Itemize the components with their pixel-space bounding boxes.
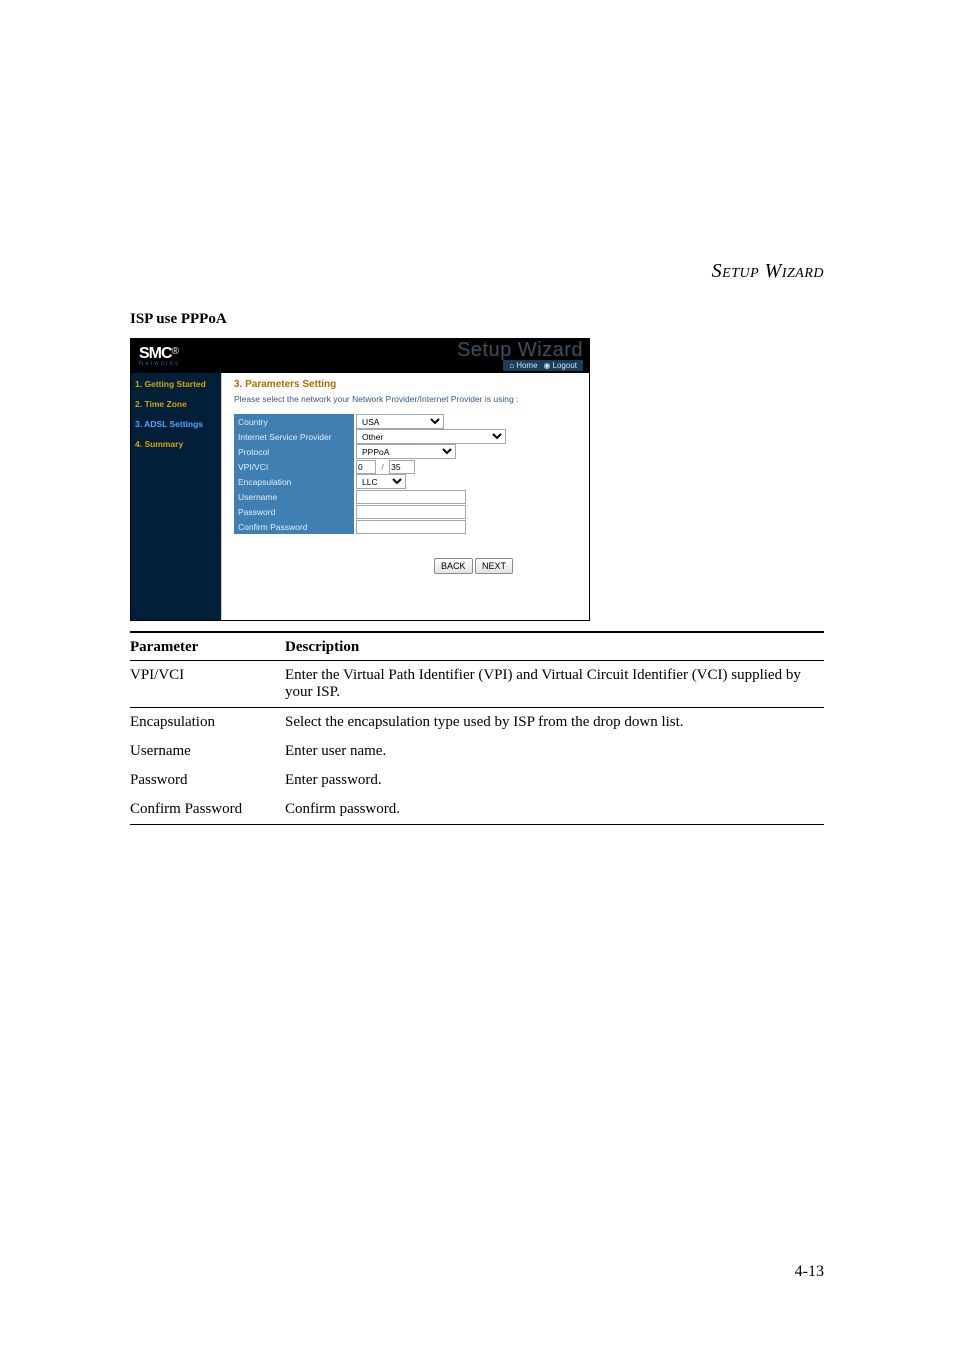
label-confirm-password: Confirm Password xyxy=(234,519,354,534)
label-username: Username xyxy=(234,489,354,504)
brand-subtitle: Networks xyxy=(139,361,180,367)
desc-vpivci: Enter the Virtual Path Identifier (VPI) … xyxy=(285,661,824,708)
router-setup-screenshot: SMC® Networks Setup Wizard ⌂Home ◉Logout… xyxy=(130,338,590,621)
password-input[interactable] xyxy=(356,505,466,519)
col-description: Description xyxy=(285,632,824,661)
logout-icon: ◉ xyxy=(544,361,551,370)
username-input[interactable] xyxy=(356,490,466,504)
vpi-input[interactable] xyxy=(356,460,376,474)
desc-username: Enter user name. xyxy=(285,737,824,766)
home-icon: ⌂ xyxy=(509,361,514,370)
ui-body: 1. Getting Started 2. Time Zone 3. ADSL … xyxy=(131,373,589,620)
parameter-table: Parameter Description VPI/VCI Enter the … xyxy=(130,631,824,825)
vpi-vci-separator: / xyxy=(381,462,383,472)
section-title: ISP use PPPoA xyxy=(130,311,824,328)
sidebar-step-2[interactable]: 2. Time Zone xyxy=(135,399,217,409)
label-encapsulation: Encapsulation xyxy=(234,474,354,489)
desc-encapsulation: Select the encapsulation type used by IS… xyxy=(285,708,824,738)
vci-input[interactable] xyxy=(389,460,415,474)
back-button[interactable]: BACK xyxy=(434,558,473,574)
home-logout-bar: ⌂Home ◉Logout xyxy=(503,360,583,371)
brand-logo: SMC xyxy=(139,345,172,362)
param-password: Password xyxy=(130,766,285,795)
label-protocol: Protocol xyxy=(234,444,354,459)
logout-link[interactable]: ◉Logout xyxy=(544,361,577,370)
wizard-sidebar: 1. Getting Started 2. Time Zone 3. ADSL … xyxy=(131,373,221,620)
home-link[interactable]: ⌂Home xyxy=(509,361,537,370)
sidebar-step-3[interactable]: 3. ADSL Settings xyxy=(135,419,217,429)
sidebar-step-1[interactable]: 1. Getting Started xyxy=(135,379,217,389)
param-confirm-password: Confirm Password xyxy=(130,795,285,825)
running-head: Setup Wizard xyxy=(130,260,824,283)
reg-mark: ® xyxy=(172,346,179,357)
wizard-main: 3. Parameters Setting Please select the … xyxy=(221,373,589,620)
label-isp: Internet Service Provider xyxy=(234,429,354,444)
confirm-password-input[interactable] xyxy=(356,520,466,534)
label-country: Country xyxy=(234,414,354,429)
desc-confirm-password: Confirm password. xyxy=(285,795,824,825)
encapsulation-select[interactable]: LLC xyxy=(356,474,406,489)
country-select[interactable]: USA xyxy=(356,414,444,429)
isp-select[interactable]: Other xyxy=(356,429,506,444)
settings-form: Country USA Internet Service Provider Ot… xyxy=(234,414,506,534)
document-page: Setup Wizard ISP use PPPoA SMC® Networks… xyxy=(0,0,954,885)
param-vpivci: VPI/VCI xyxy=(130,661,285,708)
label-vpivci: VPI/VCI xyxy=(234,459,354,474)
sidebar-step-4[interactable]: 4. Summary xyxy=(135,439,217,449)
wizard-buttons: BACK NEXT xyxy=(434,558,577,574)
step-instruction: Please select the network your Network P… xyxy=(234,394,577,404)
title-watermark: Setup Wizard xyxy=(457,339,583,362)
col-parameter: Parameter xyxy=(130,632,285,661)
top-bar: SMC® Networks Setup Wizard ⌂Home ◉Logout xyxy=(131,339,589,373)
step-heading: 3. Parameters Setting xyxy=(234,379,577,390)
param-encapsulation: Encapsulation xyxy=(130,708,285,738)
brand-block: SMC® Networks xyxy=(139,346,180,367)
next-button[interactable]: NEXT xyxy=(475,558,513,574)
param-username: Username xyxy=(130,737,285,766)
protocol-select[interactable]: PPPoA xyxy=(356,444,456,459)
desc-password: Enter password. xyxy=(285,766,824,795)
page-number: 4-13 xyxy=(795,1263,824,1281)
label-password: Password xyxy=(234,504,354,519)
